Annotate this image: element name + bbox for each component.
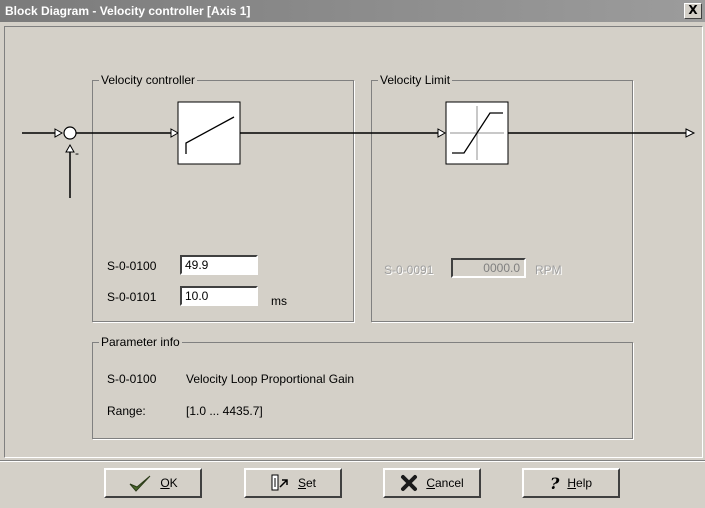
- param-id-0101: S-0-0101: [107, 290, 157, 304]
- info-param-id: S-0-0100: [107, 372, 157, 386]
- button-separator-highlight: [0, 461, 705, 462]
- limit-input-arrow-icon: [437, 128, 447, 138]
- set-label: Set: [297, 476, 317, 490]
- velocity-limit-input: 0000.0: [451, 258, 526, 278]
- set-parameter-icon: [270, 473, 290, 493]
- param-id-0091: S-0-0091: [384, 263, 434, 277]
- summing-junction-icon: [63, 126, 77, 140]
- summing-minus-sign: -: [75, 146, 79, 160]
- checkmark-icon: [128, 473, 152, 493]
- set-button[interactable]: Set: [244, 468, 342, 498]
- ok-button[interactable]: OK: [104, 468, 202, 498]
- kp-gain-input[interactable]: 49.9: [180, 255, 258, 275]
- x-mark-icon: [400, 474, 418, 492]
- ok-label: OK: [160, 476, 178, 490]
- input-arrow-icon: [54, 128, 64, 138]
- output-arrow-icon: [685, 128, 696, 138]
- integral-time-unit: ms: [271, 294, 287, 308]
- feedback-arrow-icon: [65, 143, 75, 153]
- cancel-label: Cancel: [426, 476, 464, 490]
- block-diagram: [22, 101, 696, 198]
- param-id-0100: S-0-0100: [107, 259, 157, 273]
- info-description: Velocity Loop Proportional Gain: [186, 372, 355, 386]
- help-button[interactable]: ? Help: [522, 468, 620, 498]
- info-range-value: [1.0 ... 4435.7]: [186, 404, 263, 418]
- velocity-controller-block: [177, 101, 241, 165]
- info-range-label: Range:: [107, 404, 146, 418]
- velocity-limit-unit: RPM: [535, 263, 562, 277]
- cancel-button[interactable]: Cancel: [383, 468, 481, 498]
- controller-input-arrow-icon: [170, 128, 180, 138]
- question-mark-icon: ?: [549, 473, 560, 493]
- help-label: Help: [567, 476, 593, 490]
- integral-time-input[interactable]: 10.0: [180, 286, 258, 306]
